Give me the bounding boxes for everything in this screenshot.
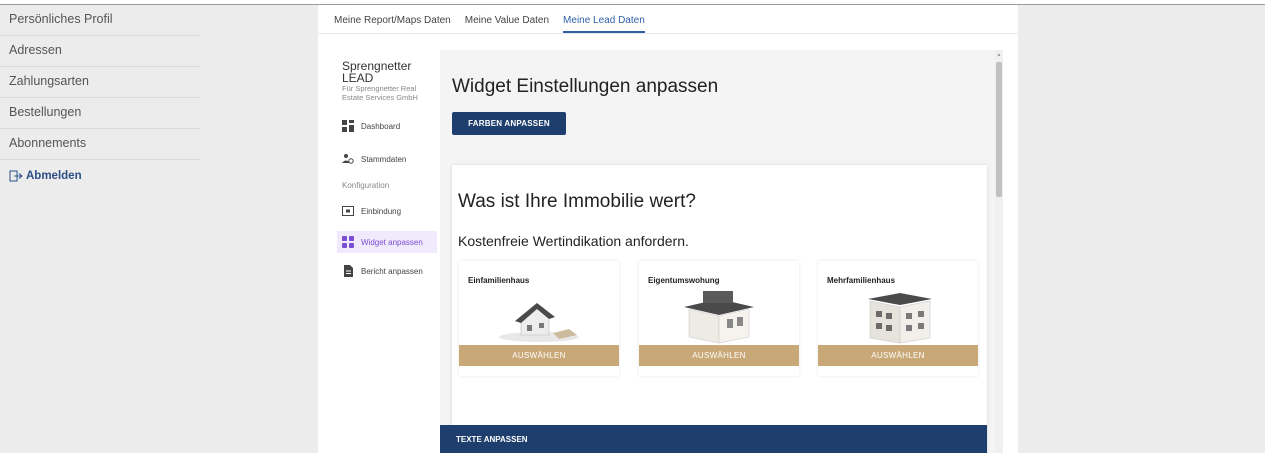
select-button-eigentumswohung[interactable]: AUSWÄHLEN bbox=[639, 345, 799, 366]
widget-heading: Was ist Ihre Immobilie wert? bbox=[458, 191, 696, 212]
users-icon bbox=[342, 154, 354, 164]
widget-grid-icon bbox=[342, 236, 354, 248]
nav-item-bericht-anpassen[interactable]: Bericht anpassen bbox=[337, 260, 437, 282]
tab-bar: Meine Report/Maps Daten Meine Value Date… bbox=[334, 15, 645, 33]
menu-item-subscriptions[interactable]: Abonnements bbox=[0, 129, 200, 160]
lead-sidebar: Sprengnetter LEAD Für Sprengnetter Real … bbox=[318, 50, 439, 453]
property-card-einfamilienhaus[interactable]: Einfamilienhaus AUSWÄHLEN bbox=[459, 261, 619, 376]
tab-value[interactable]: Meine Value Daten bbox=[465, 15, 549, 33]
nav-label-stammdaten: Stammdaten bbox=[361, 154, 407, 164]
single-family-house-icon bbox=[499, 303, 579, 342]
property-card-mehrfamilienhaus[interactable]: Mehrfamilienhaus AUSWÄHLEN bbox=[818, 261, 978, 376]
apartment-icon bbox=[684, 291, 754, 344]
nav-label-dashboard: Dashboard bbox=[361, 121, 401, 131]
tab-lead[interactable]: Meine Lead Daten bbox=[563, 15, 645, 33]
brand-block: Sprengnetter LEAD Für Sprengnetter Real … bbox=[342, 60, 442, 102]
menu-item-orders[interactable]: Bestellungen bbox=[0, 98, 200, 129]
property-card-eigentumswohung[interactable]: Eigentumswohung AUSWÄHLEN bbox=[639, 261, 799, 376]
tab-report-maps[interactable]: Meine Report/Maps Daten bbox=[334, 15, 451, 33]
content-area: Widget Einstellungen anpassen FARBEN ANP… bbox=[440, 50, 995, 453]
content-scrollbar[interactable]: ▲ bbox=[995, 50, 1003, 453]
scroll-up-arrow-icon[interactable]: ▲ bbox=[995, 52, 1003, 58]
brand-name-line2: LEAD bbox=[342, 71, 374, 85]
logout-link[interactable]: Abmelden bbox=[0, 160, 200, 191]
nav-item-widget-anpassen[interactable]: Widget anpassen bbox=[337, 231, 437, 253]
select-button-einfamilienhaus[interactable]: AUSWÄHLEN bbox=[459, 345, 619, 366]
nav-item-stammdaten[interactable]: Stammdaten bbox=[337, 148, 437, 170]
menu-item-addresses[interactable]: Adressen bbox=[0, 36, 200, 67]
nav-label-bericht: Bericht anpassen bbox=[361, 266, 423, 276]
document-icon bbox=[344, 265, 353, 277]
multi-family-house-icon bbox=[868, 293, 932, 344]
dashboard-icon bbox=[342, 120, 354, 132]
widget-subheading: Kostenfreie Wertindikation anfordern. bbox=[458, 233, 689, 249]
embed-icon bbox=[342, 206, 354, 216]
account-menu: Persönliches Profil Adressen Zahlungsart… bbox=[0, 5, 200, 191]
section-label-konfiguration: Konfiguration bbox=[342, 181, 390, 190]
texte-anpassen-button[interactable]: TEXTE ANPASSEN bbox=[440, 425, 987, 453]
logout-icon bbox=[9, 170, 23, 181]
menu-item-payment-methods[interactable]: Zahlungsarten bbox=[0, 67, 200, 98]
select-button-mehrfamilienhaus[interactable]: AUSWÄHLEN bbox=[818, 345, 978, 366]
brand-sub-line2: Estate Services GmbH bbox=[342, 93, 418, 102]
widget-preview-card: Was ist Ihre Immobilie wert? Kostenfreie… bbox=[452, 165, 987, 453]
farben-anpassen-button[interactable]: FARBEN ANPASSEN bbox=[452, 112, 566, 135]
page-title: Widget Einstellungen anpassen bbox=[452, 76, 719, 97]
menu-item-profile[interactable]: Persönliches Profil bbox=[0, 5, 200, 36]
scrollbar-thumb[interactable] bbox=[996, 62, 1002, 197]
nav-item-einbindung[interactable]: Einbindung bbox=[337, 200, 437, 222]
nav-item-dashboard[interactable]: Dashboard bbox=[337, 115, 437, 137]
main-panel: Meine Report/Maps Daten Meine Value Date… bbox=[318, 5, 1018, 453]
nav-label-einbindung: Einbindung bbox=[361, 206, 402, 216]
nav-label-widget: Widget anpassen bbox=[361, 237, 423, 247]
brand-sub-line1: Für Sprengnetter Real bbox=[342, 84, 417, 93]
tabs-divider bbox=[318, 33, 1018, 34]
logout-label: Abmelden bbox=[26, 169, 82, 182]
